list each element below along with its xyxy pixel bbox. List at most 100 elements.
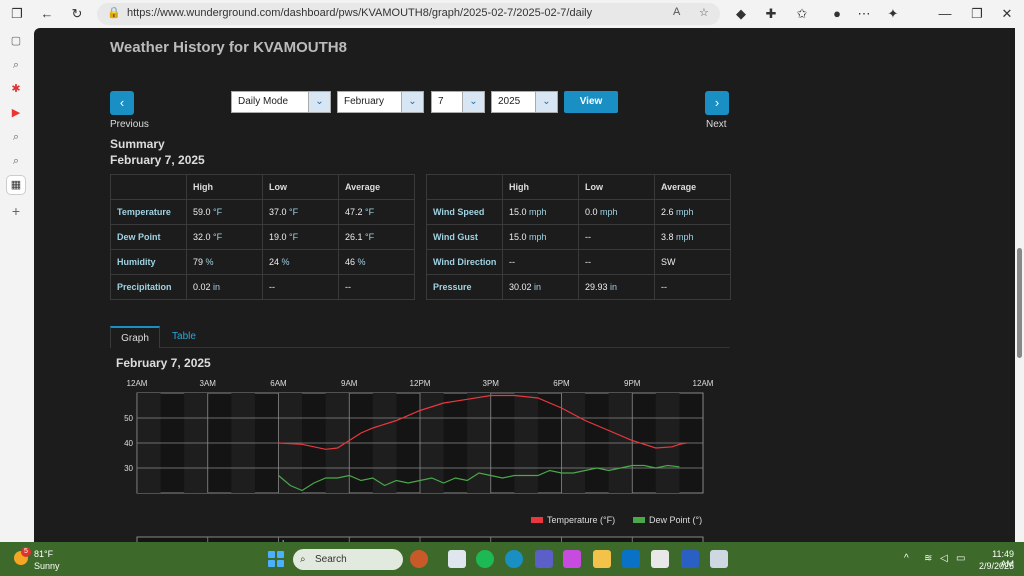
- cell-value: --: [661, 282, 667, 292]
- new-tab-icon[interactable]: +: [7, 202, 25, 220]
- more-icon[interactable]: ⋯: [855, 5, 873, 23]
- read-aloud-icon[interactable]: A: [673, 6, 680, 18]
- puzzle-icon[interactable]: ✚: [762, 5, 780, 23]
- cell-value: 0.0: [585, 207, 598, 217]
- chart-date-heading: February 7, 2025: [116, 356, 211, 370]
- tabs-icon[interactable]: ▢: [7, 32, 25, 50]
- cell-value: --: [585, 257, 591, 267]
- cell-unit: mph: [676, 207, 694, 217]
- outlook-icon[interactable]: [622, 550, 640, 568]
- minimize-icon[interactable]: —: [936, 5, 954, 23]
- table-cell: 26.1 °F: [338, 224, 415, 250]
- search-tab-icon[interactable]: ⌕: [7, 56, 25, 74]
- app-icon[interactable]: [710, 550, 728, 568]
- start-icon[interactable]: [268, 551, 284, 567]
- cell-value: --: [585, 232, 591, 242]
- explorer-icon[interactable]: [593, 550, 611, 568]
- chevron-up-icon[interactable]: ^: [904, 553, 909, 564]
- table-cell: 0.0 mph: [578, 199, 655, 225]
- widget-icon[interactable]: [410, 550, 428, 568]
- maximize-icon[interactable]: ❐: [968, 5, 986, 23]
- table-cell: SW: [654, 249, 731, 275]
- tab-graph[interactable]: Graph: [110, 326, 160, 348]
- teams-icon[interactable]: [535, 550, 553, 568]
- table-cell: 15.0 mph: [502, 224, 579, 250]
- scrollbar[interactable]: [1015, 28, 1024, 542]
- mode-value: Daily Mode: [238, 96, 289, 107]
- chevron-down-icon: ⌄: [401, 92, 423, 112]
- day-select[interactable]: 7 ⌄: [431, 91, 485, 113]
- table-cell: 24 %: [262, 249, 339, 275]
- weather-desc[interactable]: Sunny: [34, 561, 60, 571]
- wifi-icon[interactable]: ≋: [924, 553, 932, 564]
- cell-value: 37.0: [269, 207, 287, 217]
- month-select[interactable]: February ⌄: [337, 91, 424, 113]
- next-button[interactable]: ›: [705, 91, 729, 115]
- table-header: [426, 174, 503, 200]
- table-row: Temperature 59.0 °F 37.0 °F 47.2 °F: [110, 199, 415, 225]
- store-icon[interactable]: [651, 550, 669, 568]
- refresh-icon[interactable]: ↻: [68, 5, 86, 23]
- url-text: https://www.wunderground.com/dashboard/p…: [127, 7, 593, 19]
- workspaces-icon[interactable]: ❐: [8, 5, 26, 23]
- volume-icon[interactable]: ◁: [940, 553, 948, 564]
- table-header: Average: [338, 174, 415, 200]
- cell-value: 0.02: [193, 282, 211, 292]
- cell-unit: mph: [600, 207, 618, 217]
- legend-label: Dew Point (°): [649, 515, 702, 525]
- collections-icon[interactable]: [805, 5, 823, 23]
- view-button[interactable]: View: [564, 91, 618, 113]
- profile-icon[interactable]: ●: [828, 5, 846, 23]
- tab-favicon-icon[interactable]: ✱: [7, 80, 25, 98]
- extension-icon[interactable]: ◆: [732, 5, 750, 23]
- table-cell: 79 %: [186, 249, 263, 275]
- cell-unit: °F: [289, 207, 299, 217]
- taskbar-search[interactable]: ⌕ Search: [293, 549, 403, 570]
- table-header-row: High Low Average: [426, 174, 731, 200]
- copilot-icon[interactable]: ✦: [884, 5, 902, 23]
- edge-icon[interactable]: [505, 550, 523, 568]
- x-tick-label: 12AM: [693, 379, 714, 388]
- x-tick-label: 3AM: [200, 379, 217, 388]
- address-bar[interactable]: 🔒 https://www.wunderground.com/dashboard…: [97, 3, 720, 25]
- previous-button[interactable]: ‹: [110, 91, 134, 115]
- table-header: Low: [578, 174, 655, 200]
- x-tick-label: 9PM: [624, 379, 641, 388]
- table-header: High: [502, 174, 579, 200]
- youtube-icon[interactable]: ▶: [7, 104, 25, 122]
- search-tab-icon[interactable]: ⌕: [7, 128, 25, 146]
- previous-label[interactable]: Previous: [110, 119, 149, 130]
- favorite-star-icon[interactable]: ☆: [699, 6, 709, 19]
- table-cell: --: [578, 224, 655, 250]
- cell-unit: %: [357, 257, 366, 267]
- app-icon[interactable]: [681, 550, 699, 568]
- x-tick-label: 3PM: [483, 379, 500, 388]
- table-header: [110, 174, 187, 200]
- search-tab-icon[interactable]: ⌕: [7, 152, 25, 170]
- battery-icon[interactable]: ▭: [956, 553, 965, 564]
- wunderground-tab-icon[interactable]: ▦: [7, 176, 25, 194]
- clock-date[interactable]: 2/9/2025: [970, 561, 1014, 571]
- scrollbar-thumb[interactable]: [1017, 248, 1022, 358]
- temperature-chart: 12AM 3AM 6AM 9AM 12PM 3PM 6PM 9PM 12AM 30 40 50 Temp…: [124, 379, 714, 542]
- y-tick-label: 40: [124, 439, 133, 448]
- table-cell: --: [654, 274, 731, 300]
- table-cell: 46 %: [338, 249, 415, 275]
- table-cell: 59.0 °F: [186, 199, 263, 225]
- spotify-icon[interactable]: [476, 550, 494, 568]
- back-icon[interactable]: ←: [38, 5, 56, 23]
- table-header: Average: [654, 174, 731, 200]
- weather-temp[interactable]: 81°F: [34, 549, 53, 559]
- year-select[interactable]: 2025 ⌄: [491, 91, 558, 113]
- legend-swatch: [633, 517, 645, 523]
- close-icon[interactable]: ✕: [998, 5, 1016, 23]
- cell-value: 15.0: [509, 207, 527, 217]
- cell-value: 2.6: [661, 207, 674, 217]
- tab-table[interactable]: Table: [160, 326, 208, 348]
- copilot-icon[interactable]: [563, 550, 581, 568]
- weather-badge: 5: [21, 547, 31, 557]
- app-icon[interactable]: [448, 550, 466, 568]
- mode-select[interactable]: Daily Mode ⌄: [231, 91, 331, 113]
- table-cell: 30.02 in: [502, 274, 579, 300]
- next-label[interactable]: Next: [706, 119, 727, 130]
